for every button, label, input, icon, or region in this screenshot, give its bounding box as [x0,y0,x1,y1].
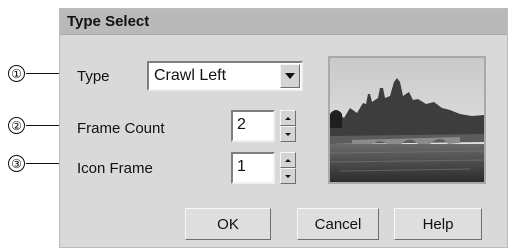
callout-1-leader [26,73,62,74]
help-button[interactable]: Help [394,208,482,240]
type-label: Type [77,68,110,85]
icon-frame-input[interactable]: 1 [231,152,275,184]
callout-3: ③ [8,155,62,172]
arrow-up-icon[interactable] [280,152,296,168]
icon-frame-label: Icon Frame [77,160,153,177]
castle-bridge-photo [329,58,485,182]
dialog-titlebar[interactable]: Type Select [60,9,507,35]
dialog-title: Type Select [67,13,150,30]
icon-preview-image [328,56,486,184]
frame-count-input[interactable]: 2 [231,110,275,142]
type-value: Crawl Left [154,67,227,84]
callout-2-number: ② [8,117,25,134]
callout-1-number: ① [8,65,25,82]
callout-1: ① [8,65,62,82]
arrow-down-icon[interactable] [280,126,296,142]
ok-button[interactable]: OK [185,208,271,240]
cancel-button-label: Cancel [314,215,362,233]
callout-2-leader [26,125,62,126]
arrow-up-icon[interactable] [280,110,296,126]
arrow-down-icon[interactable] [280,168,296,184]
type-select[interactable]: Crawl Left [147,61,303,91]
frame-count-stepper[interactable]: 2 [231,110,303,142]
cancel-button[interactable]: Cancel [297,208,379,240]
ok-button-label: OK [217,215,239,233]
help-button-label: Help [422,215,454,233]
frame-count-label: Frame Count [77,120,165,137]
chevron-down-icon[interactable] [280,64,300,88]
callout-3-number: ③ [8,155,25,172]
callout-3-leader [26,163,62,164]
type-select-dialog: Type Select Type Crawl Left Frame Count … [59,8,508,248]
icon-frame-spin-buttons [280,152,296,184]
icon-frame-stepper[interactable]: 1 [231,152,303,184]
callout-2: ② [8,117,62,134]
frame-count-spin-buttons [280,110,296,142]
